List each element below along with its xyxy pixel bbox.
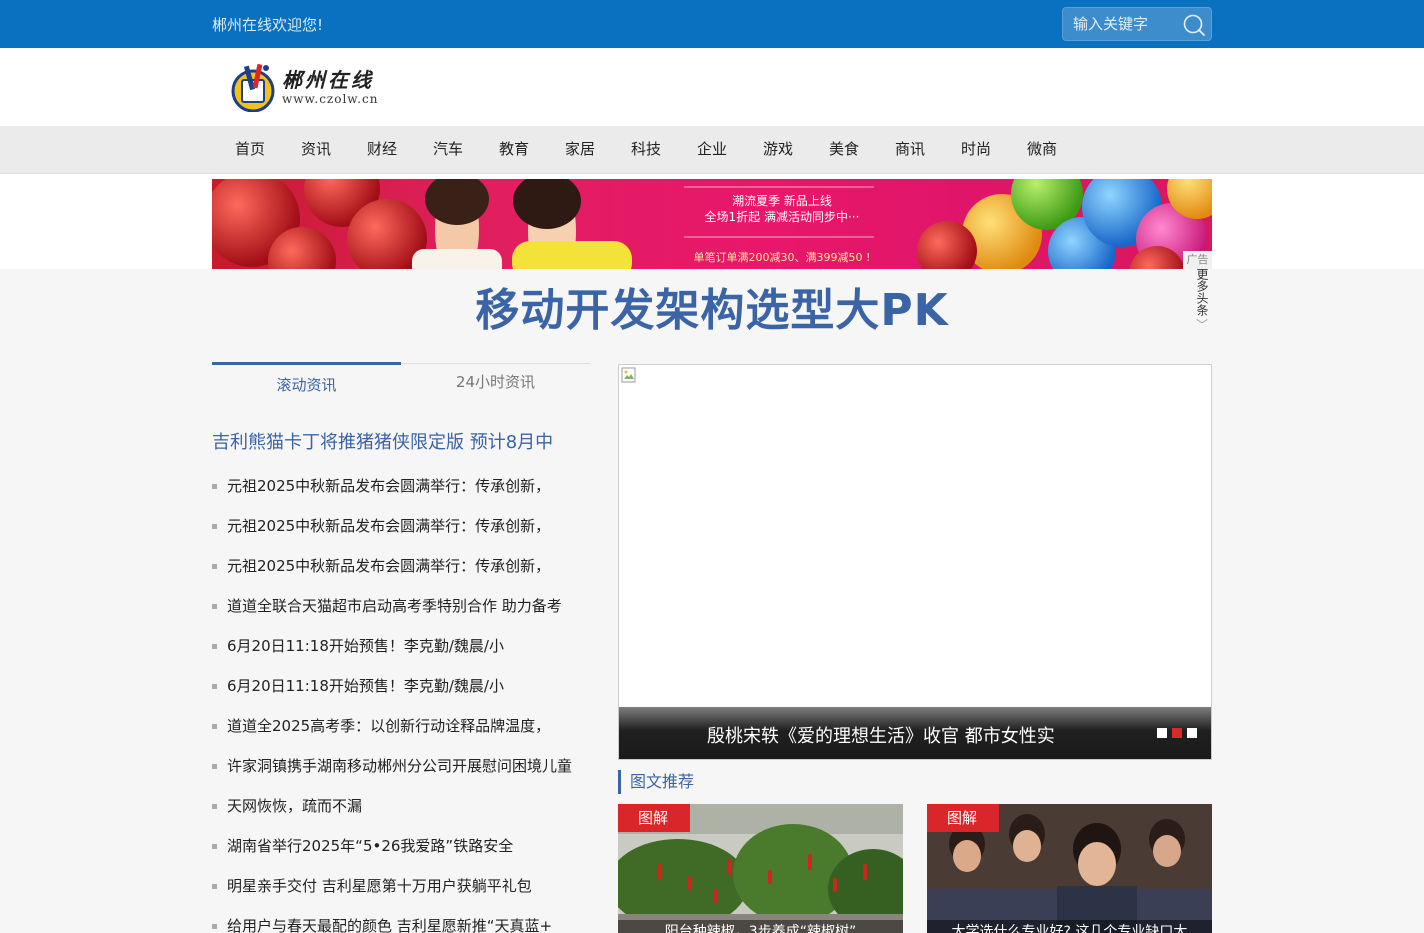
tab-scrolling-news[interactable]: 滚动资讯 xyxy=(212,362,401,402)
slider-caption-bar: 殷桃宋轶《爱的理想生活》收官 都市女性实 xyxy=(619,707,1211,759)
image-slider[interactable]: 殷桃宋轶《爱的理想生活》收官 都市女性实 xyxy=(618,364,1212,760)
nav-list: 首页 资讯 财经 汽车 教育 家居 科技 企业 游戏 美食 商讯 时尚 微商 xyxy=(217,126,1075,174)
logo-url: www.czolw.cn xyxy=(282,92,379,106)
slider-dot-1[interactable] xyxy=(1157,728,1167,738)
news-tabs: 滚动资讯 24小时资讯 xyxy=(212,362,590,403)
banner-line1: 潮流夏季 新品上线 xyxy=(732,193,832,208)
site-logo[interactable]: 郴州在线 www.czolw.cn xyxy=(230,58,410,116)
banner-line2: 全场1折起 满减活动同步中··· xyxy=(705,209,860,224)
photo-badge: 图解 xyxy=(618,804,690,832)
list-item[interactable]: 湖南省举行2025年“5•26我爱路”铁路安全 xyxy=(212,826,592,866)
ad-tag: 广告 xyxy=(1183,251,1212,269)
ad-banner[interactable]: 潮流夏季 新品上线 全场1折起 满减活动同步中··· 单笔订单满200减30、满… xyxy=(212,179,1212,269)
list-item[interactable]: 元祖2025中秋新品发布会圆满举行：传承创新， xyxy=(212,506,592,546)
photo-caption: 大学选什么专业好? 这几个专业缺口大 xyxy=(927,920,1212,933)
slider-dot-3[interactable] xyxy=(1187,728,1197,738)
nav-item-news[interactable]: 资讯 xyxy=(283,126,349,174)
list-item[interactable]: 许家洞镇携手湖南移动郴州分公司开展慰问困境儿童 xyxy=(212,746,592,786)
nav-item-fashion[interactable]: 时尚 xyxy=(943,126,1009,174)
page-headline[interactable]: 移动开发架构选型大PK xyxy=(212,274,1212,338)
nav-item-enterprise[interactable]: 企业 xyxy=(679,126,745,174)
search-input[interactable] xyxy=(1063,8,1179,40)
photo-badge: 图解 xyxy=(927,804,999,832)
nav-item-home[interactable]: 首页 xyxy=(217,126,283,174)
list-item[interactable]: 明星亲手交付 吉利星愿第十万用户获躺平礼包 xyxy=(212,866,592,906)
banner-line3: 单笔订单满200减30、满399减50 ! xyxy=(694,250,871,264)
lead-news-title[interactable]: 吉利熊猫卡丁将推猪猪侠限定版 预计8月中 xyxy=(212,428,553,454)
welcome-text: 郴州在线欢迎您! xyxy=(212,16,324,34)
nav-item-auto[interactable]: 汽车 xyxy=(415,126,481,174)
nav-item-finance[interactable]: 财经 xyxy=(349,126,415,174)
photo-caption: 阳台种辣椒，3步养成“辣椒树” xyxy=(618,920,903,933)
slider-caption[interactable]: 殷桃宋轶《爱的理想生活》收官 都市女性实 xyxy=(707,722,1055,748)
nav-item-business[interactable]: 商讯 xyxy=(877,126,943,174)
slider-dots xyxy=(1157,728,1197,738)
nav-item-home-living[interactable]: 家居 xyxy=(547,126,613,174)
photo-card-students[interactable]: 图解 大学选什么专业好? 这几个专业缺口大 xyxy=(927,804,1212,933)
list-item[interactable]: 道道全联合天猫超市启动高考季特别合作 助力备考 xyxy=(212,586,592,626)
slider-dot-2[interactable] xyxy=(1172,728,1182,738)
logo-mark-icon xyxy=(231,63,275,112)
nav-item-education[interactable]: 教育 xyxy=(481,126,547,174)
list-item[interactable]: 6月20日11:18开始预售！李克勤/魏晨/小 xyxy=(212,626,592,666)
search-box[interactable] xyxy=(1062,7,1212,41)
logo-name: 郴州在线 xyxy=(282,68,374,92)
main-nav: 首页 资讯 财经 汽车 教育 家居 科技 企业 游戏 美食 商讯 时尚 微商 xyxy=(0,126,1424,174)
list-item[interactable]: 天网恢恢，疏而不漏 xyxy=(212,786,592,826)
nav-item-wechat-biz[interactable]: 微商 xyxy=(1009,126,1075,174)
list-item[interactable]: 给用户与春天最配的颜色 吉利星愿新推“天真蓝+ xyxy=(212,906,592,933)
section-title-photo-picks: 图文推荐 xyxy=(618,770,694,794)
nav-item-food[interactable]: 美食 xyxy=(811,126,877,174)
nav-item-games[interactable]: 游戏 xyxy=(745,126,811,174)
list-item[interactable]: 元祖2025中秋新品发布会圆满举行：传承创新， xyxy=(212,546,592,586)
tab-24h-news[interactable]: 24小时资讯 xyxy=(401,362,590,402)
site-header: 郴州在线 www.czolw.cn xyxy=(0,48,1424,126)
list-item[interactable]: 元祖2025中秋新品发布会圆满举行：传承创新， xyxy=(212,466,592,506)
broken-image-icon xyxy=(621,367,636,383)
list-item[interactable]: 6月20日11:18开始预售！李克勤/魏晨/小 xyxy=(212,666,592,706)
banner-artwork: 潮流夏季 新品上线 全场1折起 满减活动同步中··· 单笔订单满200减30、满… xyxy=(212,179,1212,269)
news-list: 元祖2025中秋新品发布会圆满举行：传承创新， 元祖2025中秋新品发布会圆满举… xyxy=(212,466,592,933)
top-bar: 郴州在线欢迎您! xyxy=(0,0,1424,48)
nav-item-tech[interactable]: 科技 xyxy=(613,126,679,174)
list-item[interactable]: 道道全2025高考季：以创新行动诠释品牌温度， xyxy=(212,706,592,746)
search-icon[interactable] xyxy=(1181,12,1207,38)
photo-card-chili[interactable]: 图解 阳台种辣椒，3步养成“辣椒树” xyxy=(618,804,903,933)
